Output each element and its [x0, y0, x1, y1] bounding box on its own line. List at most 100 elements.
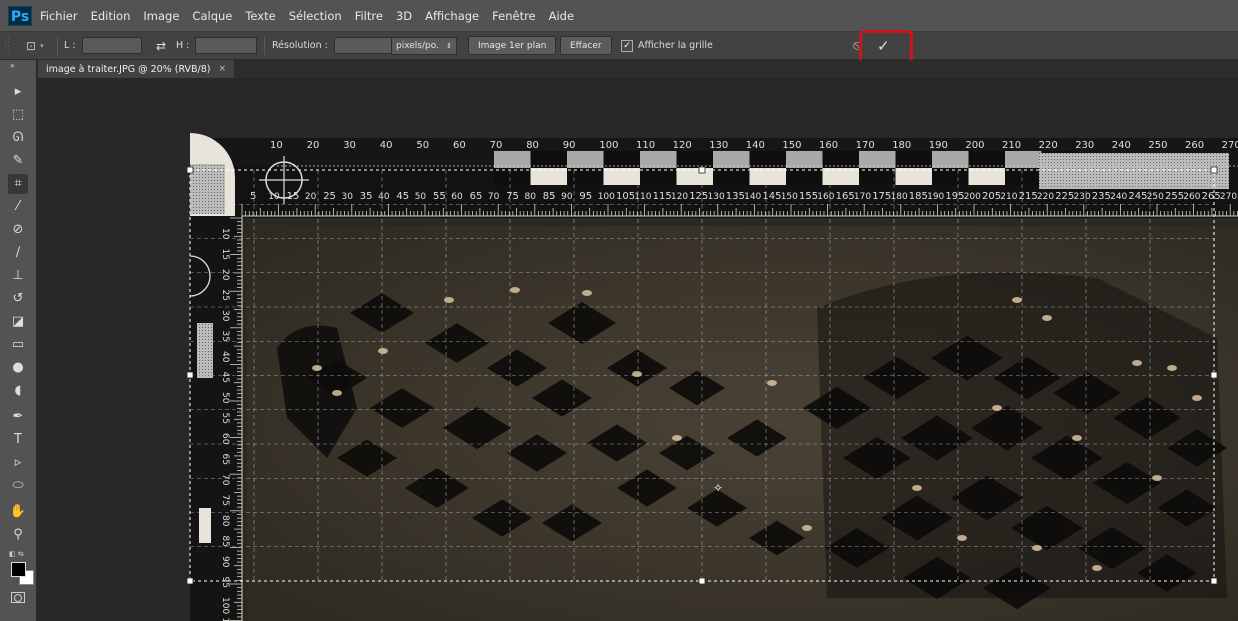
ruler-label-bottom: 245 [1128, 191, 1147, 202]
lasso-tool-icon[interactable]: ᘏ [8, 128, 28, 148]
crop-handle[interactable] [186, 371, 194, 379]
ruler-label-bottom: 85 [543, 191, 556, 202]
resolution-input[interactable] [333, 37, 396, 54]
ruler-label-bottom: 50 [415, 192, 427, 202]
corner-grey-patch [190, 164, 225, 214]
chevron-down-icon: ▾ [40, 41, 44, 50]
menu-aide[interactable]: Aide [549, 9, 574, 23]
crop-handle[interactable] [698, 166, 706, 174]
zoom-tool-icon[interactable]: ⚲ [8, 525, 28, 545]
panel-collapse-icon[interactable]: » [10, 61, 15, 70]
ruler-label-top: 100 [599, 140, 618, 151]
ruler-label-bottom: 180 [891, 192, 908, 202]
clear-button[interactable]: Effacer [560, 36, 612, 55]
ruler-label-bottom: 255 [1165, 191, 1184, 202]
front-image-button[interactable]: Image 1er plan [468, 36, 557, 55]
menu-selection[interactable]: Sélection [289, 9, 342, 23]
ruler-label-bottom: 160 [817, 192, 834, 202]
marquee-tool-icon[interactable]: ⬚ [8, 105, 28, 125]
crop-handle[interactable] [186, 577, 194, 585]
crop-handle[interactable] [698, 577, 706, 585]
menu-edition[interactable]: Edition [91, 9, 131, 23]
ruler-label-top: 220 [1039, 140, 1058, 151]
move-tool-icon[interactable]: ▸ [8, 82, 28, 102]
resolution-unit-select[interactable]: pixels/po. ⇕ [391, 36, 457, 55]
ruler-label-bottom: 95 [579, 191, 592, 202]
ruler-label-top: 50 [416, 140, 429, 151]
ruler-label-top: 10 [270, 140, 283, 151]
resolution-label: Résolution : [272, 40, 328, 51]
crop-preset-icon: ⊡ [26, 38, 37, 53]
document-tab[interactable]: image à traiter.JPG @ 20% (RVB/8) × [38, 60, 235, 78]
foreground-color-swatch[interactable] [11, 562, 26, 577]
crop-handle[interactable] [186, 166, 194, 174]
default-colors-icon[interactable]: ◧ ⇆ [9, 550, 24, 558]
menu-fenetre[interactable]: Fenêtre [492, 9, 535, 23]
menu-fichier[interactable]: Fichier [40, 9, 78, 23]
ruler-label-top: 110 [636, 140, 655, 151]
ruler-label-top: 120 [673, 140, 692, 151]
ruler-label-left: 50 [220, 392, 230, 404]
dodge-tool-icon[interactable]: ◖ [8, 381, 28, 401]
menu-image[interactable]: Image [143, 9, 179, 23]
ruler-label-left: 10 [220, 228, 230, 240]
ruler-label-left: 35 [220, 331, 230, 342]
tool-preset-picker[interactable]: ⊡ ▾ [26, 32, 44, 59]
quick-mask-icon[interactable] [11, 592, 25, 603]
tools-panel: » ▸ ⬚ ᘏ ✎ ⌗ ⁄ ⊘ ∕ ⊥ ↺ ◪ ▭ ● ◖ ✒ T ▹ ⬭ ✋ … [0, 60, 37, 621]
healing-brush-tool-icon[interactable]: ⊘ [8, 220, 28, 240]
menu-bar: Ps Fichier Edition Image Calque Texte Sé… [0, 0, 1238, 31]
ruler-label-bottom: 25 [323, 191, 336, 202]
eyedropper-tool-icon[interactable]: ⁄ [8, 197, 28, 217]
clone-stamp-tool-icon[interactable]: ⊥ [8, 266, 28, 286]
menu-3d[interactable]: 3D [396, 9, 412, 23]
height-input[interactable] [195, 37, 258, 54]
ruler-label-bottom: 125 [689, 191, 708, 202]
width-input[interactable] [81, 37, 142, 54]
ruler-label-bottom: 10 [268, 192, 280, 202]
left-ruler [190, 208, 242, 621]
ruler-label-left: 65 [220, 454, 230, 465]
ruler-label-top: 240 [1112, 140, 1131, 151]
blur-tool-icon[interactable]: ● [8, 358, 28, 378]
menu-filtre[interactable]: Filtre [355, 9, 383, 23]
ruler-label-bottom: 65 [470, 191, 483, 202]
eraser-tool-icon[interactable]: ◪ [8, 312, 28, 332]
ruler-label-bottom: 150 [781, 192, 798, 202]
show-grid-checkbox[interactable]: ✓ [621, 39, 633, 52]
ruler-label-bottom: 170 [854, 192, 871, 202]
ruler-label-top: 60 [453, 140, 466, 151]
crop-handle[interactable] [1210, 577, 1218, 585]
crop-handle[interactable] [1210, 166, 1218, 174]
type-tool-icon[interactable]: T [8, 430, 28, 450]
ruler-label-left: 15 [220, 249, 230, 260]
divider [264, 37, 265, 55]
ruler-label-bottom: 75 [506, 191, 519, 202]
quick-select-tool-icon[interactable]: ✎ [8, 151, 28, 171]
history-brush-tool-icon[interactable]: ↺ [8, 289, 28, 309]
ellipse-tool-icon[interactable]: ⬭ [8, 476, 28, 496]
document-tab-bar: image à traiter.JPG @ 20% (RVB/8) × [0, 60, 1238, 78]
menu-texte[interactable]: Texte [245, 9, 275, 23]
gradient-tool-icon[interactable]: ▭ [8, 335, 28, 355]
close-icon[interactable]: × [219, 64, 227, 74]
ruler-label-bottom: 225 [1055, 191, 1074, 202]
menu-calque[interactable]: Calque [192, 9, 232, 23]
menu-affichage[interactable]: Affichage [425, 9, 479, 23]
ruler-label-bottom: 185 [909, 191, 928, 202]
path-select-tool-icon[interactable]: ▹ [8, 453, 28, 473]
document-canvas[interactable]: 10 20 30 40 50 60 70 80 90 100 110 120 130 140 150 160 1… [37, 78, 1238, 621]
crop-tool-icon[interactable]: ⌗ [8, 174, 28, 194]
ruler-label-left: 25 [220, 290, 230, 301]
swap-dimensions-button[interactable]: ⇄ [156, 32, 166, 59]
ruler-label-left: 100 [220, 597, 230, 614]
ruler-label-left: 85 [220, 536, 230, 547]
crop-handle[interactable] [1210, 371, 1218, 379]
hand-tool-icon[interactable]: ✋ [8, 502, 28, 522]
ruler-label-bottom: 35 [360, 191, 373, 202]
pen-tool-icon[interactable]: ✒ [8, 407, 28, 427]
ruler-label-top: 200 [965, 140, 984, 151]
brush-tool-icon[interactable]: ∕ [8, 243, 28, 263]
left-ruler-white-patch [199, 508, 211, 543]
show-grid-label: Afficher la grille [638, 40, 713, 51]
